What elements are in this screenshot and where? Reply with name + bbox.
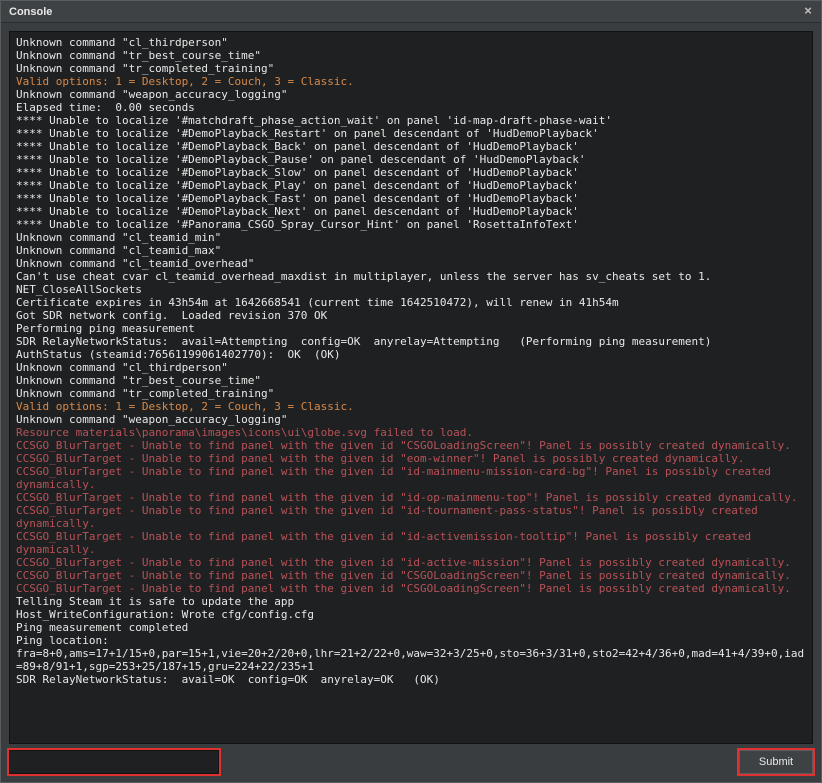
console-line: **** Unable to localize '#DemoPlayback_R… xyxy=(16,127,806,140)
console-line: Unknown command "tr_best_course_time" xyxy=(16,374,806,387)
console-line: Unknown command "tr_best_course_time" xyxy=(16,49,806,62)
console-line: NET_CloseAllSockets xyxy=(16,283,806,296)
console-line: SDR RelayNetworkStatus: avail=Attempting… xyxy=(16,335,806,348)
titlebar[interactable]: Console × xyxy=(1,1,821,23)
console-line: CCSGO_BlurTarget - Unable to find panel … xyxy=(16,556,806,569)
console-line: Elapsed time: 0.00 seconds xyxy=(16,101,806,114)
input-bar: Submit xyxy=(1,748,821,782)
console-line: Unknown command "tr_completed_training" xyxy=(16,62,806,75)
console-line: **** Unable to localize '#DemoPlayback_F… xyxy=(16,192,806,205)
console-line: Certificate expires in 43h54m at 1642668… xyxy=(16,296,806,309)
console-line: Ping location: fra=8+0,ams=17+1/15+0,par… xyxy=(16,634,806,673)
console-line: Valid options: 1 = Desktop, 2 = Couch, 3… xyxy=(16,75,806,88)
console-line: Unknown command "tr_completed_training" xyxy=(16,387,806,400)
console-line: Unknown command "cl_teamid_overhead" xyxy=(16,257,806,270)
console-window: Console × Unknown command "cl_thirdperso… xyxy=(0,0,822,783)
console-line: Unknown command "cl_thirdperson" xyxy=(16,36,806,49)
console-line: SDR RelayNetworkStatus: avail=OK config=… xyxy=(16,673,806,686)
console-line: Resource materials\panorama\images\icons… xyxy=(16,426,806,439)
window-title: Console xyxy=(9,6,52,18)
close-icon[interactable]: × xyxy=(801,5,815,19)
console-line: Unknown command "cl_teamid_min" xyxy=(16,231,806,244)
console-line: CCSGO_BlurTarget - Unable to find panel … xyxy=(16,530,806,556)
console-line: **** Unable to localize '#DemoPlayback_B… xyxy=(16,140,806,153)
console-line: Unknown command "cl_thirdperson" xyxy=(16,361,806,374)
console-line: **** Unable to localize '#DemoPlayback_P… xyxy=(16,153,806,166)
console-line: **** Unable to localize '#DemoPlayback_N… xyxy=(16,205,806,218)
console-line: Ping measurement completed xyxy=(16,621,806,634)
console-line: CCSGO_BlurTarget - Unable to find panel … xyxy=(16,582,806,595)
console-line: Unknown command "weapon_accuracy_logging… xyxy=(16,413,806,426)
console-line: **** Unable to localize '#matchdraft_pha… xyxy=(16,114,806,127)
console-line: **** Unable to localize '#Panorama_CSGO_… xyxy=(16,218,806,231)
console-line: Telling Steam it is safe to update the a… xyxy=(16,595,806,608)
console-output[interactable]: Unknown command "cl_thirdperson"Unknown … xyxy=(9,31,813,744)
console-line: **** Unable to localize '#DemoPlayback_S… xyxy=(16,166,806,179)
console-line: CCSGO_BlurTarget - Unable to find panel … xyxy=(16,504,806,530)
console-line: CCSGO_BlurTarget - Unable to find panel … xyxy=(16,569,806,582)
console-line: CCSGO_BlurTarget - Unable to find panel … xyxy=(16,452,806,465)
console-line: Can't use cheat cvar cl_teamid_overhead_… xyxy=(16,270,806,283)
console-line: AuthStatus (steamid:76561199061402770): … xyxy=(16,348,806,361)
console-line: Valid options: 1 = Desktop, 2 = Couch, 3… xyxy=(16,400,806,413)
submit-button[interactable]: Submit xyxy=(739,750,813,774)
console-line: CCSGO_BlurTarget - Unable to find panel … xyxy=(16,465,806,491)
console-line: CCSGO_BlurTarget - Unable to find panel … xyxy=(16,491,806,504)
console-line: Performing ping measurement xyxy=(16,322,806,335)
console-line: Unknown command "cl_teamid_max" xyxy=(16,244,806,257)
console-line: Host_WriteConfiguration: Wrote cfg/confi… xyxy=(16,608,806,621)
console-line: CCSGO_BlurTarget - Unable to find panel … xyxy=(16,439,806,452)
console-line: Got SDR network config. Loaded revision … xyxy=(16,309,806,322)
console-line: Unknown command "weapon_accuracy_logging… xyxy=(16,88,806,101)
console-line: **** Unable to localize '#DemoPlayback_P… xyxy=(16,179,806,192)
console-input[interactable] xyxy=(9,750,219,774)
